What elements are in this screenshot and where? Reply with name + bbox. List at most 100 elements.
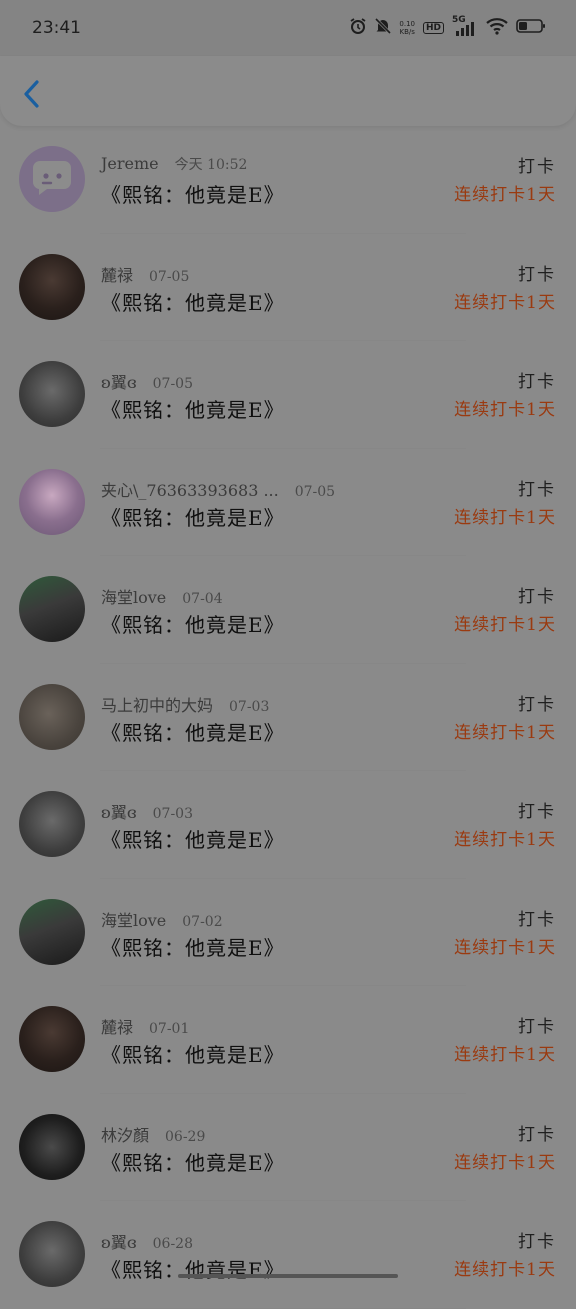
post-date: 07-03 — [229, 698, 270, 715]
list-item[interactable]: 林汐顏 06-29 《熙铭：他竟是E》 打卡连续打卡1天 — [0, 1094, 576, 1201]
chat-bubble-icon — [32, 161, 71, 195]
streak-label: 连续打卡1天 — [454, 1045, 556, 1065]
list-item[interactable]: 夹心\_76363393683 ... 07-05 《熙铭：他竟是E》 打卡连续打卡1… — [0, 449, 576, 556]
mute-icon — [375, 17, 392, 39]
back-button[interactable] — [18, 76, 46, 112]
user-name[interactable]: 麓禄 — [101, 262, 133, 286]
checkin-label: 打卡 — [518, 264, 556, 285]
avatar[interactable] — [19, 576, 85, 642]
status-icons: 0.10 KB/s HD 5G — [349, 15, 546, 39]
post-date: 07-05 — [152, 376, 193, 392]
avatar[interactable] — [19, 1113, 85, 1180]
checkin-label: 打卡 — [518, 587, 556, 607]
avatar[interactable] — [19, 898, 85, 965]
book-title: 《熙铭：他竟是E》 — [101, 505, 285, 530]
net-speed: 0.10 KB/s — [399, 20, 415, 36]
post-date: 07-02 — [182, 913, 223, 930]
post-date: 07-01 — [149, 1021, 190, 1037]
streak-label: 连续打卡1天 — [454, 1152, 556, 1173]
checkin-label: 打卡 — [518, 1124, 556, 1145]
home-indicator[interactable] — [178, 1274, 398, 1278]
net-speed-value: 0.10 — [399, 20, 415, 28]
list-item[interactable]: 麓禄 07-05 《熙铭：他竟是E》 打卡连续打卡1天 — [0, 234, 576, 341]
user-name[interactable]: 夹心\_76363393683 ... — [101, 477, 279, 501]
checkin-label: 打卡 — [518, 802, 556, 822]
book-title: 《熙铭：他竟是E》 — [101, 935, 285, 960]
item-meta: ʚ翼ɞ 07-03 — [101, 799, 193, 823]
post-date: 07-05 — [149, 268, 190, 285]
user-name[interactable]: 海堂love — [101, 907, 166, 931]
user-name[interactable]: 麓禄 — [101, 1014, 133, 1038]
user-name[interactable]: ʚ翼ɞ — [101, 799, 137, 823]
status-time: 23:41 — [32, 18, 81, 38]
checkin-list: Jereme 今天 10:52 《熙铭：他竟是E》 打卡 连续打卡1天 麓禄 07-05 《熙… — [0, 126, 576, 1309]
streak-label: 连续打卡1天 — [454, 507, 556, 528]
user-name[interactable]: 林汐顏 — [101, 1122, 149, 1146]
back-arrow-icon — [18, 80, 46, 116]
item-meta: Jereme 今天 10:52 — [101, 154, 247, 174]
book-title: 《熙铭：他竟是E》 — [101, 613, 285, 637]
checkin-label: 打卡 — [518, 1017, 556, 1037]
avatar[interactable] — [19, 683, 85, 750]
list-item[interactable]: ʚ翼ɞ 07-05 《熙铭：他竟是E》 打卡连续打卡1天 — [0, 341, 576, 449]
list-item[interactable]: 海堂love 07-04 《熙铭：他竟是E》 打卡连续打卡1天 — [0, 556, 576, 664]
avatar[interactable] — [19, 253, 85, 320]
user-name[interactable]: Jereme — [101, 154, 159, 173]
header — [0, 56, 576, 126]
book-title: 《熙铭：他竟是E》 — [101, 183, 285, 207]
streak-label: 连续打卡1天 — [454, 615, 556, 635]
list-item[interactable]: 海堂love 07-02 《熙铭：他竟是E》 打卡 连续打卡1天 — [0, 879, 576, 986]
item-meta: 麓禄 07-05 — [101, 262, 189, 286]
post-date: 今天 10:52 — [174, 157, 248, 173]
list-item[interactable]: ʚ翼ɞ 06-28 《熙铭：他竟是E》 打卡 连续打卡1天 — [0, 1201, 576, 1309]
streak-label: 连续打卡1天 — [454, 185, 556, 205]
book-title: 《熙铭：他竟是E》 — [101, 1258, 285, 1282]
list-item[interactable]: ʚ翼ɞ 07-03 《熙铭：他竟是E》 打卡连续打卡1天 — [0, 771, 576, 879]
divider — [100, 1307, 466, 1309]
streak-label: 连续打卡1天 — [454, 400, 556, 420]
book-title: 《熙铭：他竟是E》 — [101, 290, 285, 315]
book-title: 《熙铭：他竟是E》 — [101, 720, 285, 745]
streak-label: 连续打卡1天 — [454, 292, 556, 313]
battery-icon — [516, 18, 546, 38]
book-title: 《熙铭：他竟是E》 — [101, 1150, 285, 1175]
item-meta: 麓禄 07-01 — [101, 1014, 189, 1038]
list-item[interactable]: 麓禄 07-01 《熙铭：他竟是E》 打卡连续打卡1天 — [0, 986, 576, 1094]
user-name[interactable]: 马上初中的大妈 — [101, 692, 213, 716]
item-meta: 夹心\_76363393683 ... 07-05 — [101, 477, 335, 501]
avatar[interactable] — [19, 468, 85, 535]
book-title: 《熙铭：他竟是E》 — [101, 828, 285, 852]
checkin-label: 打卡 — [518, 909, 556, 930]
streak-label: 连续打卡1天 — [454, 1260, 556, 1280]
book-title: 《熙铭：他竟是E》 — [101, 398, 285, 422]
list-item[interactable]: 马上初中的大妈 07-03 《熙铭：他竟是E》 打卡 连续打卡1天 — [0, 664, 576, 771]
checkin-label: 打卡 — [518, 372, 556, 392]
item-meta: 林汐顏 06-29 — [101, 1122, 205, 1146]
hd-badge: HD — [422, 22, 444, 34]
checkin-label: 打卡 — [518, 157, 556, 177]
post-date: 07-05 — [294, 483, 336, 500]
user-name[interactable]: ʚ翼ɞ — [101, 369, 137, 393]
avatar[interactable] — [19, 146, 85, 212]
item-meta: 海堂love 07-02 — [101, 907, 223, 931]
streak-label: 连续打卡1天 — [454, 722, 556, 743]
net-speed-unit: KB/s — [399, 28, 415, 36]
user-name[interactable]: ʚ翼ɞ — [101, 1229, 137, 1253]
post-date: 06-29 — [165, 1128, 206, 1145]
user-name[interactable]: 海堂love — [101, 584, 166, 608]
item-meta: 马上初中的大妈 07-03 — [101, 692, 269, 716]
avatar[interactable] — [19, 1006, 85, 1072]
wifi-icon — [486, 17, 508, 39]
checkin-label: 打卡 — [518, 1232, 556, 1252]
status-bar: 23:41 0.10 KB/s HD 5G — [0, 0, 576, 56]
avatar[interactable] — [19, 1221, 85, 1287]
streak-label: 连续打卡1天 — [454, 830, 556, 850]
list-item[interactable]: Jereme 今天 10:52 《熙铭：他竟是E》 打卡连续打卡1天 — [0, 126, 576, 234]
item-meta: 海堂love 07-04 — [101, 584, 223, 608]
book-title: 《熙铭：他竟是E》 — [101, 1043, 285, 1067]
signal-icon: 5G — [452, 15, 478, 37]
avatar[interactable] — [19, 361, 85, 427]
avatar[interactable] — [19, 791, 85, 857]
checkin-label: 打卡 — [518, 479, 556, 500]
alarm-icon — [349, 17, 367, 39]
